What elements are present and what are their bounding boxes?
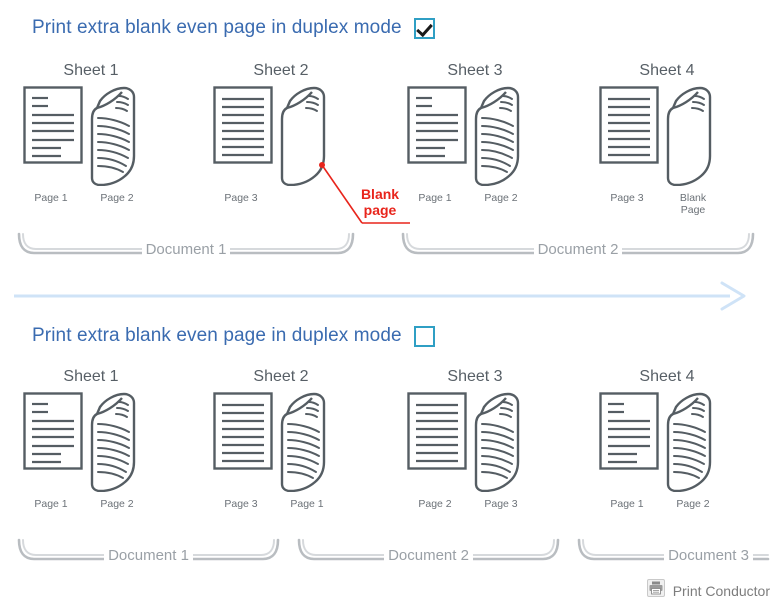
page-label: Page 2 bbox=[418, 498, 452, 510]
flow-arrow-divider bbox=[14, 281, 746, 311]
brand-footer: Print Conductor bbox=[646, 579, 770, 602]
option-label-duplex-off: Print extra blank even page in duplex mo… bbox=[32, 325, 402, 346]
bracket-doc-1-2: Document 2 bbox=[400, 232, 756, 258]
bracket-doc-2-1: Document 1 bbox=[16, 538, 281, 564]
page-front-full bbox=[599, 86, 659, 169]
bracket-label: Document 1 bbox=[141, 240, 231, 258]
blank-page-callout: Blank page bbox=[349, 186, 411, 218]
checkbox-duplex-on[interactable] bbox=[413, 17, 435, 39]
bracket-label: Document 2 bbox=[533, 240, 623, 258]
sheet-pages: Page 1 Page 2 bbox=[592, 392, 742, 510]
bracket-label: Document 2 bbox=[384, 546, 473, 564]
bracket-label: Document 3 bbox=[664, 546, 753, 564]
sheet-pages: Page 1 Page 2 bbox=[16, 392, 166, 510]
printer-icon bbox=[646, 579, 665, 602]
sheet-title: Sheet 4 bbox=[639, 62, 695, 79]
sheet-1-4: Sheet 4 Page 3 Blank Page bbox=[592, 62, 742, 216]
page-front-mixed bbox=[23, 392, 83, 475]
sheet-title: Sheet 2 bbox=[253, 62, 309, 79]
page-front-full bbox=[213, 392, 273, 475]
duplex-illustration: Print extra blank even page in duplex mo… bbox=[0, 0, 780, 610]
sheet-title: Sheet 3 bbox=[447, 368, 503, 385]
bracket-doc-2-3: Document 3 bbox=[576, 538, 771, 564]
bracket-doc-1-1: Document 1 bbox=[16, 232, 356, 258]
sheet-2-3: Sheet 3 Page 2 Page 3 bbox=[400, 368, 550, 510]
sheet-title: Sheet 1 bbox=[63, 368, 119, 385]
sheet-title: Sheet 1 bbox=[63, 62, 119, 79]
sheet-pages: Page 3 Blank Page bbox=[592, 86, 742, 216]
sheet-1-3: Sheet 3 Page 1 Page 2 bbox=[400, 62, 550, 204]
page-label: Page 3 bbox=[224, 192, 258, 204]
page-label: Page 2 bbox=[100, 192, 134, 204]
page-front-mixed bbox=[23, 86, 83, 169]
page-back-curled-lines bbox=[279, 392, 327, 497]
option-row-duplex-off[interactable]: Print extra blank even page in duplex mo… bbox=[32, 325, 435, 347]
sheet-2-1: Sheet 1 Page 1 Page 2 bbox=[16, 368, 166, 510]
page-front-full bbox=[407, 392, 467, 475]
sheet-pages: Page 2 Page 3 bbox=[400, 392, 550, 510]
page-label: Page 3 bbox=[610, 192, 644, 204]
page-front-full bbox=[213, 86, 273, 169]
page-back-curled-lines bbox=[473, 86, 521, 191]
page-back-curled-lines bbox=[89, 392, 137, 497]
sheet-pages: Page 3 Page 1 bbox=[206, 392, 356, 510]
page-label: Page 2 bbox=[484, 192, 518, 204]
page-label: Page 1 bbox=[610, 498, 644, 510]
bracket-doc-2-2: Document 2 bbox=[296, 538, 561, 564]
sheet-2-2: Sheet 2 Page 3 Page 1 bbox=[206, 368, 356, 510]
sheet-2-4: Sheet 4 Page 1 Page 2 bbox=[592, 368, 742, 510]
page-back-curled-lines bbox=[665, 392, 713, 497]
checkbox-duplex-off[interactable] bbox=[413, 325, 435, 347]
page-label: Page 1 bbox=[34, 192, 68, 204]
page-label: Page 2 bbox=[100, 498, 134, 510]
page-back-curled-blank bbox=[665, 86, 713, 191]
page-front-mixed bbox=[599, 392, 659, 475]
brand-name: Print Conductor bbox=[672, 582, 770, 599]
page-label: Page 2 bbox=[676, 498, 710, 510]
sheet-title: Sheet 2 bbox=[253, 368, 309, 385]
callout-line-2: page bbox=[363, 202, 397, 218]
sheet-title: Sheet 4 bbox=[639, 368, 695, 385]
page-label: Page 3 bbox=[484, 498, 518, 510]
option-row-duplex-on[interactable]: Print extra blank even page in duplex mo… bbox=[32, 17, 435, 39]
page-label-blank: Blank Page bbox=[679, 192, 707, 216]
sheet-1-1: Sheet 1 Page 1 Page 2 bbox=[16, 62, 166, 204]
page-front-mixed bbox=[407, 86, 467, 169]
page-label: Page 1 bbox=[34, 498, 68, 510]
option-label-duplex-on: Print extra blank even page in duplex mo… bbox=[32, 17, 402, 38]
page-label: Page 1 bbox=[290, 498, 324, 510]
page-back-curled-lines bbox=[89, 86, 137, 191]
bracket-label: Document 1 bbox=[104, 546, 193, 564]
page-label: Page 3 bbox=[224, 498, 258, 510]
sheet-pages: Page 1 Page 2 bbox=[400, 86, 550, 204]
sheet-title: Sheet 3 bbox=[447, 62, 503, 79]
sheet-pages: Page 1 Page 2 bbox=[16, 86, 166, 204]
callout-line-1: Blank bbox=[360, 186, 400, 202]
page-back-curled-lines bbox=[473, 392, 521, 497]
